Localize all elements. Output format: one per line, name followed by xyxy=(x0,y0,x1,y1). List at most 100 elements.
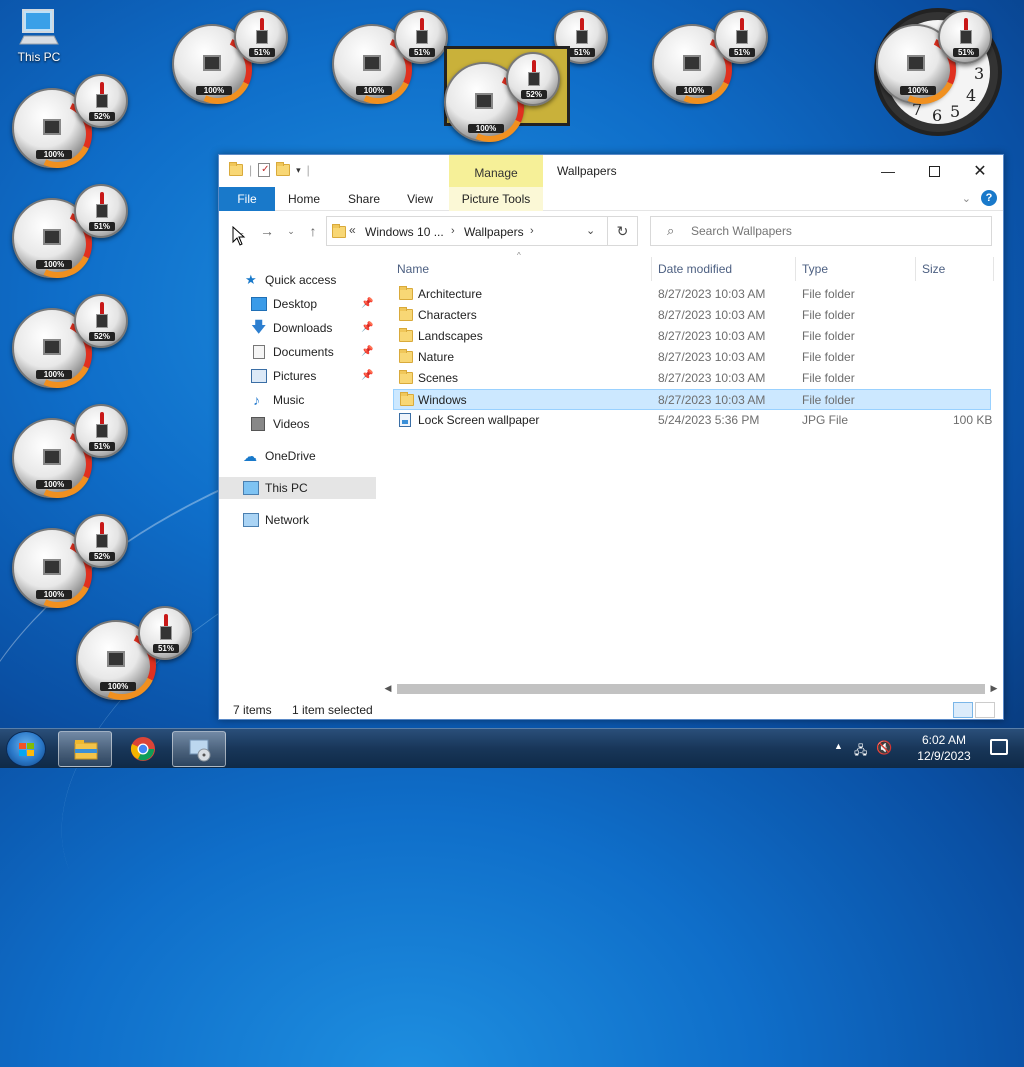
memory-chip-icon xyxy=(960,30,972,44)
horizontal-scrollbar[interactable]: ◀ ▶ xyxy=(379,681,1003,695)
column-divider[interactable] xyxy=(651,257,652,281)
tab-file[interactable]: File xyxy=(219,187,275,211)
minimize-button[interactable]: — xyxy=(865,155,911,187)
column-divider[interactable] xyxy=(795,257,796,281)
download-arrow-icon: 🡇 xyxy=(251,319,267,336)
cpu-meter-gadget[interactable]: 100% 51% xyxy=(12,404,132,514)
column-header-size[interactable]: Size xyxy=(922,257,945,281)
file-row[interactable]: Lock Screen wallpaper 5/24/2023 5:36 PM … xyxy=(393,410,992,431)
desktop-icon-this-pc[interactable]: This PC xyxy=(12,8,66,64)
title-bar[interactable]: | ✓ ▾ | Manage Wallpapers — ✕ xyxy=(219,155,1003,187)
cpu-meter-gadget[interactable]: 100% 51% xyxy=(332,10,452,120)
folder-icon xyxy=(229,162,243,176)
properties-icon[interactable]: ✓ xyxy=(258,163,271,177)
cpu-value: 100% xyxy=(36,150,72,159)
scroll-left-icon[interactable]: ◀ xyxy=(381,681,395,695)
nav-quick-access[interactable]: ★ Quick access xyxy=(219,269,376,291)
clock[interactable]: 6:02 AM 12/9/2023 xyxy=(904,732,984,764)
column-divider[interactable] xyxy=(993,257,994,281)
file-name: Lock Screen wallpaper xyxy=(418,413,540,427)
refresh-button[interactable]: ↻ xyxy=(608,216,638,246)
nav-videos[interactable]: Videos xyxy=(219,413,376,435)
taskbar-chrome[interactable] xyxy=(116,731,170,767)
breadcrumb-overflow[interactable]: « xyxy=(349,223,356,237)
address-dropdown-icon[interactable]: ⌄ xyxy=(586,224,595,237)
customize-toolbar-icon[interactable]: ▾ xyxy=(296,165,301,176)
nav-this-pc[interactable]: This PC xyxy=(219,477,376,499)
notification-icon[interactable] xyxy=(990,739,1008,755)
cpu-chip-icon xyxy=(363,55,381,71)
memory-gauge: 51% xyxy=(234,10,288,64)
column-divider[interactable] xyxy=(915,257,916,281)
pin-icon: 📌 xyxy=(361,370,374,381)
search-input[interactable] xyxy=(689,223,969,239)
memory-chip-icon xyxy=(416,30,428,44)
maximize-button[interactable] xyxy=(911,155,957,187)
cpu-meter-gadget[interactable]: 100% 51% xyxy=(876,10,996,120)
new-folder-icon[interactable] xyxy=(276,162,291,176)
column-header-date[interactable]: Date modified xyxy=(658,257,732,281)
nav-music[interactable]: ♪ Music xyxy=(219,389,376,411)
cpu-value: 100% xyxy=(468,124,504,133)
details-view-button[interactable] xyxy=(953,702,973,718)
column-header-type[interactable]: Type xyxy=(802,257,828,281)
scroll-right-icon[interactable]: ▶ xyxy=(987,681,1001,695)
network-tray-icon[interactable]: 🖧 xyxy=(854,741,867,762)
tab-view[interactable]: View xyxy=(395,187,445,211)
file-row-selected[interactable]: Windows 8/27/2023 10:03 AM File folder xyxy=(393,389,991,410)
breadcrumb-segment[interactable]: Wallpapers xyxy=(464,225,524,239)
nav-network[interactable]: Network xyxy=(219,509,376,531)
cpu-meter-gadget[interactable]: 100% 51% xyxy=(652,10,772,120)
breadcrumb-segment[interactable]: Windows 10 ... xyxy=(365,225,444,239)
show-hidden-icons-icon[interactable]: ▲ xyxy=(834,741,843,751)
close-button[interactable]: ✕ xyxy=(957,155,1003,187)
tab-picture-tools[interactable]: Picture Tools xyxy=(449,187,543,211)
help-icon[interactable]: ? xyxy=(981,190,997,206)
file-type: JPG File xyxy=(802,413,849,427)
chevron-right-icon[interactable]: › xyxy=(530,225,534,237)
nav-pictures[interactable]: Pictures 📌 xyxy=(219,365,376,387)
recent-locations-button[interactable]: ⌄ xyxy=(281,221,301,241)
cpu-meter-gadget[interactable]: 100% 51% xyxy=(76,606,196,716)
file-row[interactable]: Characters 8/27/2023 10:03 AM File folde… xyxy=(393,305,991,326)
forward-button[interactable]: → xyxy=(257,221,277,241)
tab-manage[interactable]: Manage xyxy=(449,155,543,187)
pictures-icon xyxy=(251,369,267,383)
computer-icon xyxy=(19,9,59,45)
memory-chip-icon xyxy=(96,204,108,218)
up-button[interactable]: ↑ xyxy=(303,221,323,241)
cpu-value: 100% xyxy=(36,260,72,269)
taskbar-file-explorer[interactable] xyxy=(58,731,112,767)
nav-onedrive[interactable]: ☁ OneDrive xyxy=(219,445,376,467)
chevron-right-icon[interactable]: › xyxy=(451,225,455,237)
cpu-chip-icon xyxy=(475,93,493,109)
file-type: File folder xyxy=(802,371,855,385)
cpu-meter-gadget[interactable]: 100% 51% xyxy=(12,184,132,294)
memory-chip-icon xyxy=(576,30,588,44)
taskbar-media-app[interactable] xyxy=(172,731,226,767)
nav-label: OneDrive xyxy=(265,449,316,463)
search-box[interactable]: ⌕ xyxy=(650,216,992,246)
expand-ribbon-icon[interactable]: ⌄ xyxy=(962,192,971,205)
cpu-meter-gadget[interactable]: 100% 52% xyxy=(12,74,132,184)
file-row[interactable]: Scenes 8/27/2023 10:03 AM File folder xyxy=(393,368,991,389)
nav-desktop[interactable]: Desktop 📌 xyxy=(219,293,376,315)
tab-home[interactable]: Home xyxy=(279,187,329,211)
column-header-name[interactable]: Name xyxy=(397,257,429,281)
volume-muted-icon[interactable]: 🔇 xyxy=(876,740,892,756)
tab-share[interactable]: Share xyxy=(339,187,389,211)
chrome-icon xyxy=(130,737,155,761)
scrollbar-thumb[interactable] xyxy=(397,684,985,694)
nav-downloads[interactable]: 🡇 Downloads 📌 xyxy=(219,317,376,339)
file-row[interactable]: Architecture 8/27/2023 10:03 AM File fol… xyxy=(393,284,991,305)
start-button[interactable] xyxy=(6,731,46,767)
address-bar[interactable]: « Windows 10 ... › Wallpapers › ⌄ xyxy=(326,216,608,246)
cpu-meter-gadget[interactable]: 100% 52% xyxy=(444,48,564,158)
file-row[interactable]: Nature 8/27/2023 10:03 AM File folder xyxy=(393,347,991,368)
file-row[interactable]: Landscapes 8/27/2023 10:03 AM File folde… xyxy=(393,326,991,347)
cpu-meter-gadget[interactable]: 100% 52% xyxy=(12,294,132,404)
cpu-meter-gadget[interactable]: 100% 51% xyxy=(172,10,292,120)
refresh-icon: ↻ xyxy=(616,223,629,239)
large-icons-view-button[interactable] xyxy=(975,702,995,718)
nav-documents[interactable]: Documents 📌 xyxy=(219,341,376,363)
